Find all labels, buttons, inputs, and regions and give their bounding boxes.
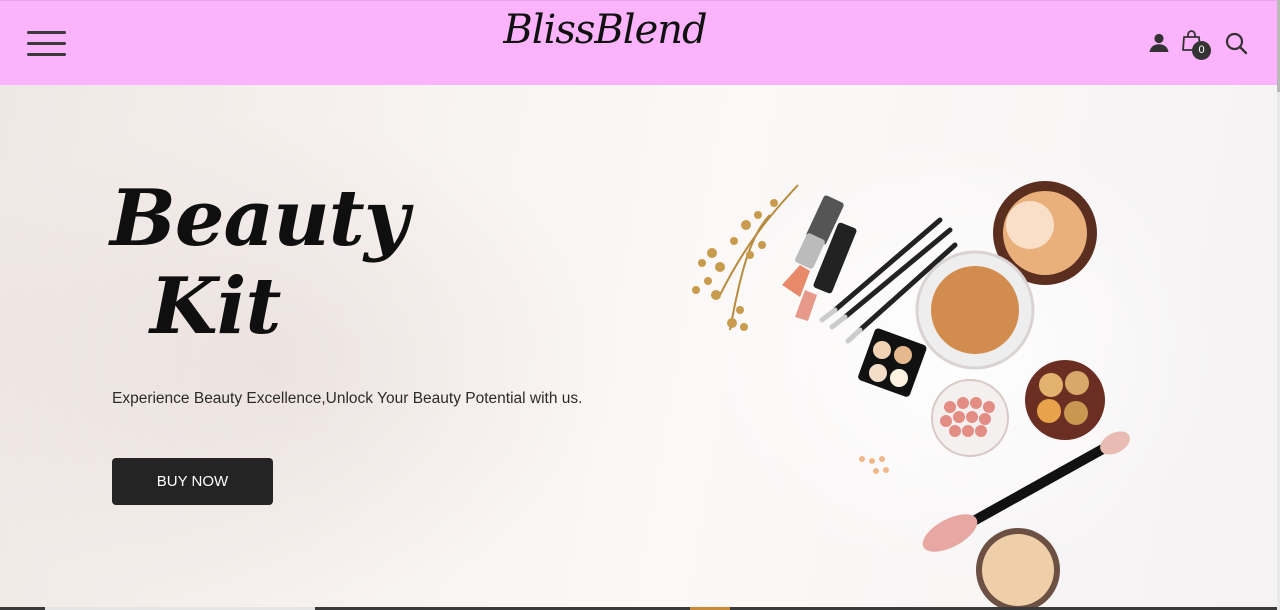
hero-tagline: Experience Beauty Excellence,Unlock Your…: [112, 390, 583, 407]
hero-title-line2: Kit: [150, 261, 281, 352]
user-icon[interactable]: [1147, 31, 1171, 55]
search-icon[interactable]: [1224, 31, 1248, 55]
pressed-powder-compact: [915, 250, 1035, 370]
hero-title: Beauty Kit: [110, 175, 470, 351]
blush-pearls: [931, 379, 1009, 457]
loose-pearls: [859, 456, 889, 474]
dried-flowers-decoration: [692, 184, 799, 331]
menu-icon[interactable]: [27, 31, 66, 57]
loose-powder-compact: [976, 528, 1060, 610]
site-header: BlissBlend 0: [0, 0, 1277, 85]
hero-banner: Beauty Kit Experience Beauty Excellence,…: [0, 85, 1277, 610]
cart-count-badge: 0: [1192, 41, 1211, 60]
hero-title-line1: Beauty: [110, 173, 409, 264]
shimmer-palette: [1025, 360, 1105, 440]
cosmetics-product-image: [692, 181, 1130, 610]
brand-logo[interactable]: BlissBlend: [440, 7, 770, 53]
buy-now-button[interactable]: BUY NOW: [112, 458, 273, 505]
eyeshadow-palette: [858, 328, 927, 397]
